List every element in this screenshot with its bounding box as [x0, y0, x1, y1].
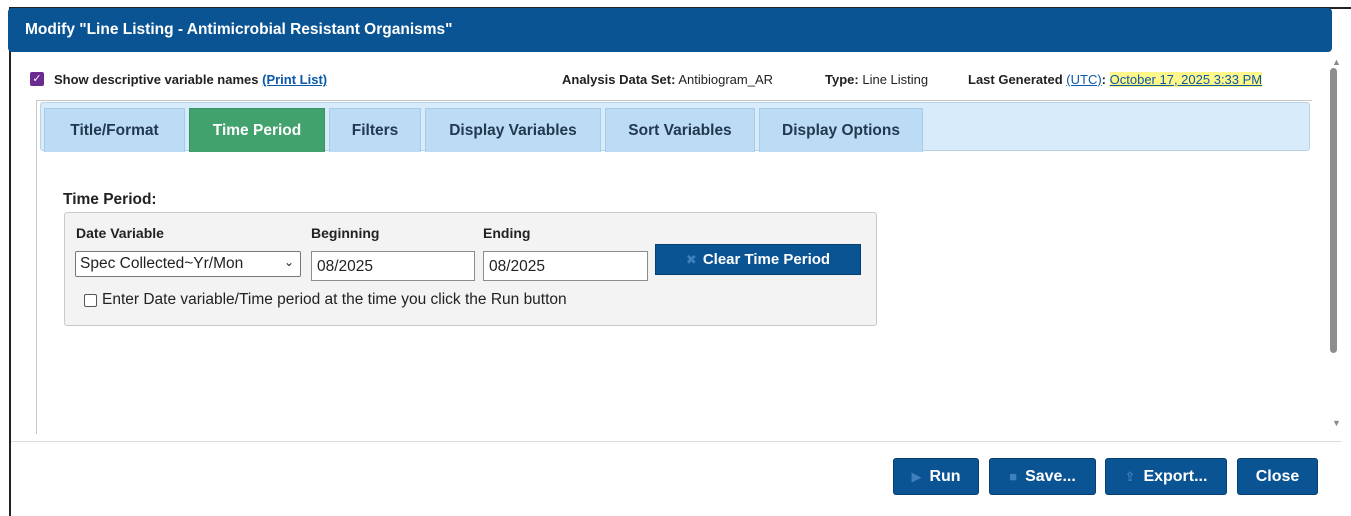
- report-type: Type: Line Listing: [825, 72, 928, 87]
- date-variable-value: Spec Collected~Yr/Mon: [80, 255, 244, 272]
- analysis-data-set: Analysis Data Set: Antibiogram_AR: [562, 72, 773, 87]
- dialog-title-text: Modify "Line Listing - Antimicrobial Res…: [25, 21, 453, 38]
- close-icon: ✖: [685, 251, 697, 267]
- footer-divider: [11, 441, 1342, 442]
- tab-display-options[interactable]: Display Options: [759, 108, 923, 152]
- run-label: Run: [929, 467, 961, 485]
- scrollbar-thumb[interactable]: [1330, 68, 1337, 353]
- tab-filters[interactable]: Filters: [329, 108, 421, 152]
- utc-link[interactable]: (UTC): [1066, 72, 1101, 87]
- tab-title-format[interactable]: Title/Format: [44, 108, 185, 152]
- play-icon: ▶: [911, 468, 922, 484]
- dialog-title: Modify "Line Listing - Antimicrobial Res…: [8, 8, 1332, 52]
- clear-time-period-label: Clear Time Period: [702, 251, 831, 268]
- time-period-heading: Time Period:: [63, 191, 157, 208]
- info-bar: ✓ Show descriptive variable names (Print…: [30, 69, 1320, 91]
- beginning-label: Beginning: [311, 225, 380, 241]
- export-icon: ⇪: [1124, 468, 1136, 484]
- last-generated-label: Last Generated: [968, 72, 1063, 87]
- vertical-scrollbar[interactable]: ▲ ▼: [1326, 52, 1346, 435]
- last-generated-colon: :: [1101, 72, 1107, 87]
- print-list-link[interactable]: (Print List): [262, 72, 327, 87]
- tab-sort-variables[interactable]: Sort Variables: [605, 108, 755, 152]
- clear-time-period-button[interactable]: ✖ Clear Time Period: [655, 244, 861, 275]
- export-label: Export...: [1143, 467, 1208, 485]
- save-icon: ■: [1009, 469, 1018, 484]
- analysis-value: Antibiogram_AR: [678, 72, 773, 87]
- ending-input[interactable]: 08/2025: [483, 251, 648, 281]
- show-descriptive-checkbox[interactable]: ✓: [30, 72, 44, 86]
- ending-label: Ending: [483, 225, 531, 241]
- scroll-down-icon[interactable]: ▼: [1332, 418, 1341, 428]
- enter-at-run-row: Enter Date variable/Time period at the t…: [84, 291, 567, 309]
- export-button[interactable]: ⇪ Export...: [1105, 458, 1227, 495]
- tab-display-variables[interactable]: Display Variables: [425, 108, 601, 152]
- last-generated-value-link[interactable]: October 17, 2025 3:33 PM: [1109, 72, 1263, 87]
- type-label: Type:: [825, 72, 859, 87]
- show-descriptive-label: Show descriptive variable names (Print L…: [54, 72, 327, 87]
- show-descriptive-text: Show descriptive variable names: [54, 72, 259, 87]
- analysis-label: Analysis Data Set:: [562, 72, 676, 87]
- scroll-up-icon[interactable]: ▲: [1332, 57, 1341, 67]
- close-button[interactable]: Close: [1237, 458, 1318, 495]
- enter-at-run-checkbox[interactable]: [84, 293, 97, 307]
- beginning-input[interactable]: 08/2025: [311, 251, 475, 281]
- last-generated: Last Generated (UTC): October 17, 2025 3…: [968, 72, 1263, 87]
- enter-at-run-label: Enter Date variable/Time period at the t…: [102, 291, 567, 308]
- tab-strip: Title/Format Time Period Filters Display…: [40, 102, 1310, 152]
- date-variable-select[interactable]: Spec Collected~Yr/Mon ⌄: [75, 251, 301, 277]
- type-value: Line Listing: [862, 72, 929, 87]
- tab-time-period[interactable]: Time Period: [189, 108, 325, 152]
- time-period-box: Date Variable Beginning Ending Spec Coll…: [64, 212, 877, 326]
- run-button[interactable]: ▶ Run: [893, 458, 979, 495]
- save-label: Save...: [1025, 467, 1076, 485]
- close-label: Close: [1255, 467, 1300, 485]
- date-variable-label: Date Variable: [76, 225, 164, 241]
- chevron-down-icon: ⌄: [283, 255, 294, 269]
- save-button[interactable]: ■ Save...: [989, 458, 1096, 495]
